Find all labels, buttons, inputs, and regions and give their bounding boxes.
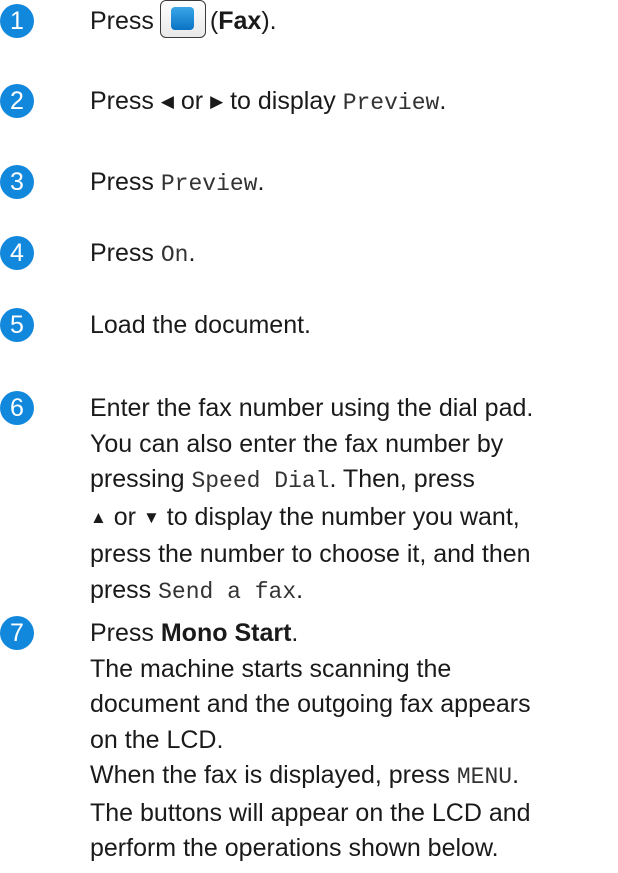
step-6-line-1: Enter the fax number using the dial pad. (90, 394, 534, 422)
step-1-press: Press (90, 7, 154, 35)
step-2-preview: Preview (342, 90, 440, 116)
step-7-when-displayed: When the fax is displayed, press (90, 761, 450, 789)
step-number-4: 4 (0, 236, 34, 270)
step-6-or: or (113, 502, 137, 531)
step-5-text: Load the document. (90, 311, 311, 339)
step-7-mono-start: Mono Start (160, 619, 292, 647)
step-2-text: Press ◀ or ▶ to display Preview. (90, 84, 610, 122)
fax-icon (170, 7, 194, 31)
step-1-text: Press (Fax). (90, 0, 610, 40)
step-7-line-1: Press Mono Start. (90, 616, 610, 652)
down-arrow-icon: ▼ (142, 507, 160, 527)
step-3-text: Press Preview. (90, 165, 610, 203)
step-6-line-4: ▲ or ▼ to display the number you want, (90, 500, 610, 538)
step-number-3: 3 (0, 165, 34, 199)
left-arrow-icon: ◀ (160, 92, 174, 111)
step-6-line-6: press Send a fax. (90, 573, 610, 611)
step-6-send-a-fax: Send a fax (158, 578, 297, 605)
step-number-1: 1 (0, 4, 34, 38)
step-number-2: 2 (0, 84, 34, 118)
step-7-menu: MENU (456, 764, 513, 790)
step-3-end: . (257, 168, 265, 196)
step-number-6: 6 (0, 391, 34, 425)
step-6-line-5: press the number to choose it, and then (90, 540, 531, 568)
step-6-end: . (296, 575, 304, 604)
right-arrow-icon: ▶ (210, 92, 224, 111)
step-number-5: 5 (0, 308, 34, 342)
step-6-pressing: pressing (90, 465, 185, 493)
step-2-end: . (439, 87, 447, 115)
step-2-to-display: to display (230, 87, 336, 115)
step-7-text: Press Mono Start. The machine starts sca… (90, 616, 610, 867)
step-6-to-display: to display the number you want, (166, 502, 520, 531)
step-3-press: Press (90, 168, 154, 196)
step-7-line-3: document and the outgoing fax appears (90, 690, 531, 718)
step-4-on: On (160, 242, 189, 268)
step-6-line-3: pressing Speed Dial. Then, press (90, 462, 610, 500)
step-6-text: Enter the fax number using the dial pad.… (90, 391, 610, 610)
step-7-end-5: . (512, 761, 520, 789)
step-6-press: press (90, 575, 152, 604)
step-1-fax-label: Fax (218, 7, 262, 35)
step-7-line-4: on the LCD. (90, 725, 224, 754)
step-4-end: . (188, 239, 196, 267)
step-3-preview: Preview (160, 171, 258, 197)
step-number-7: 7 (0, 616, 34, 650)
step-1-paren-open: ( (209, 7, 219, 35)
step-6-speed-dial: Speed Dial (191, 468, 330, 494)
step-2-or: or (180, 87, 204, 115)
step-6-then-press: . Then, press (329, 465, 475, 493)
up-arrow-icon: ▲ (90, 507, 107, 527)
step-4-press: Press (90, 239, 154, 267)
step-7-press: Press (90, 619, 154, 647)
step-6-line-2: You can also enter the fax number by (90, 429, 504, 458)
step-7-line-2: The machine starts scanning the (90, 654, 452, 683)
step-7-line-5: When the fax is displayed, press MENU. (90, 758, 610, 796)
step-2-press: Press (90, 87, 154, 115)
step-1-paren-close: ). (261, 7, 277, 35)
step-7-line-7: perform the operations shown below. (90, 834, 499, 862)
step-4-text: Press On. (90, 236, 610, 274)
step-7-line-6: The buttons will appear on the LCD and (90, 798, 531, 827)
step-7-end-1: . (291, 619, 299, 647)
fax-button-icon (159, 0, 206, 39)
